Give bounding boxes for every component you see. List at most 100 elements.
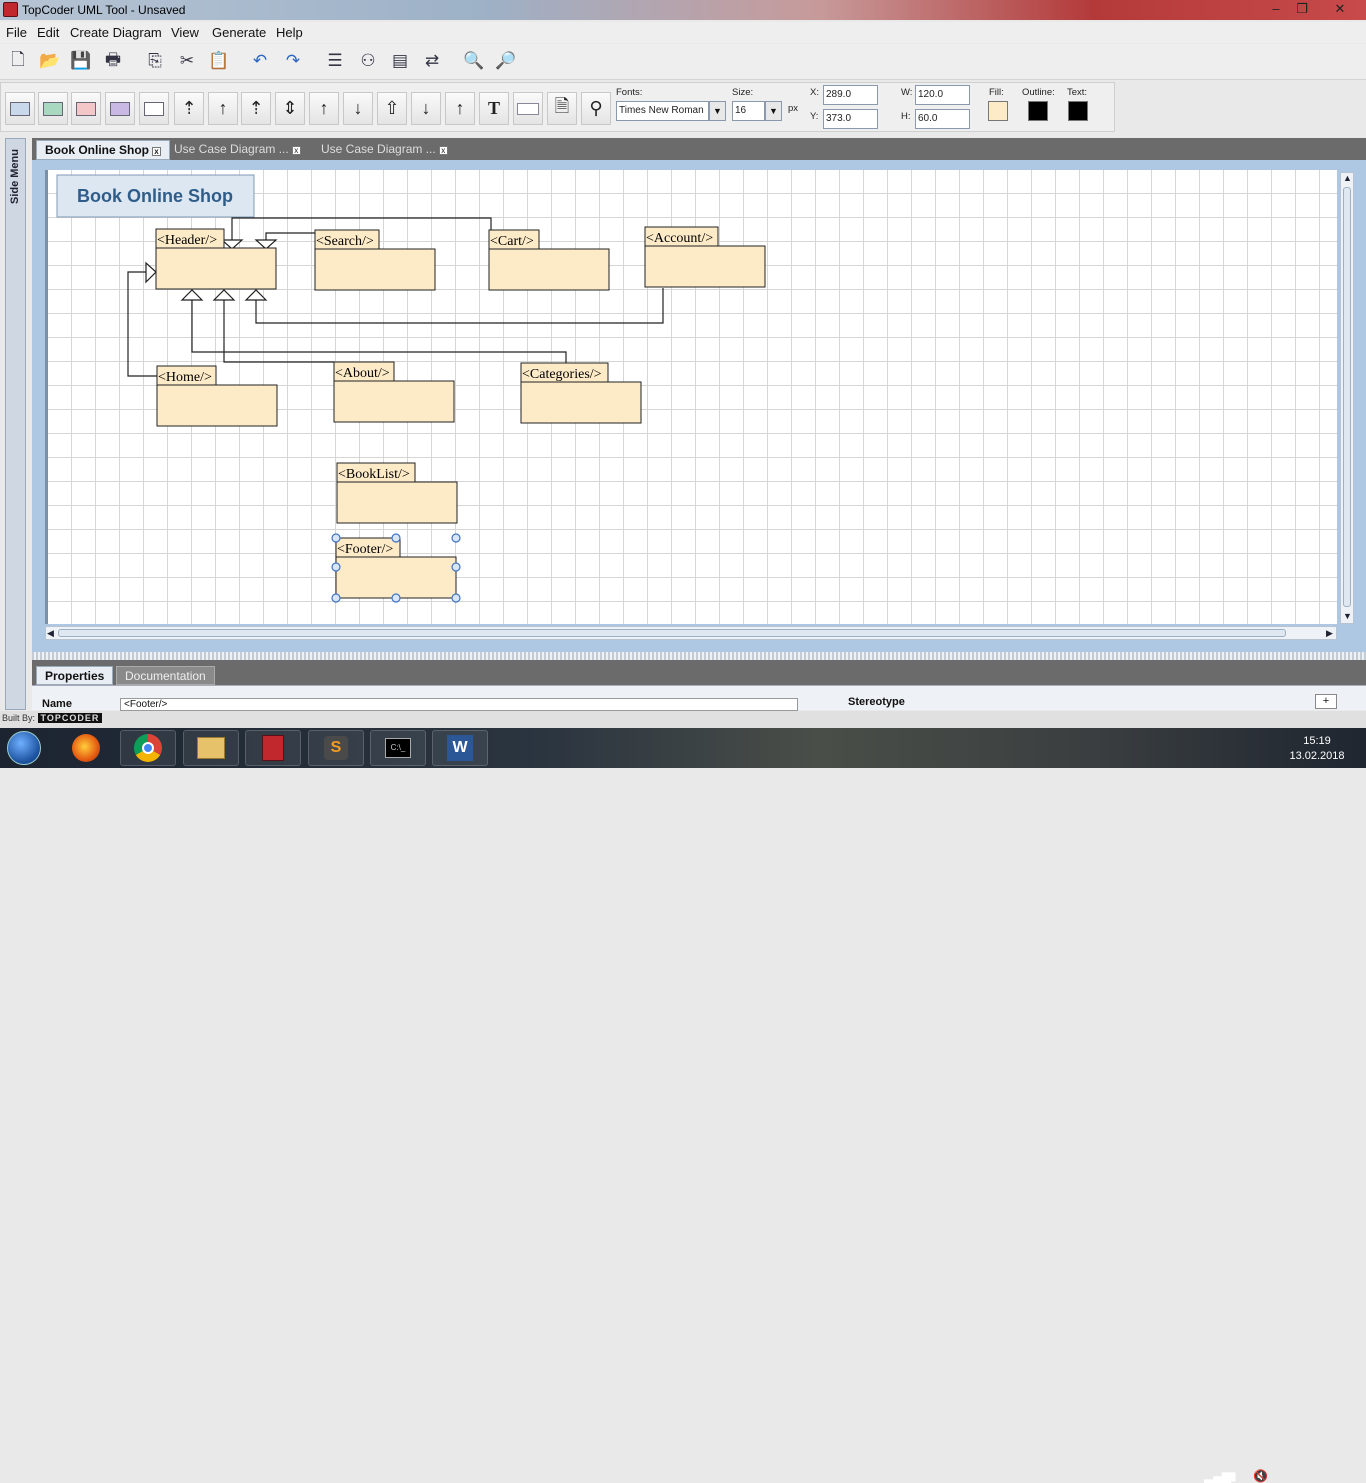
word-icon[interactable]: W [432,730,488,766]
package-box[interactable] [335,556,457,599]
network-signal-icon[interactable]: ▂▄▆ [1204,1469,1231,1483]
name-field[interactable]: <Footer/> [120,698,798,711]
shape-exception-icon[interactable] [71,92,101,125]
package-box[interactable] [644,245,766,288]
close-icon[interactable]: x [152,147,161,156]
text-color-swatch[interactable] [1068,101,1088,121]
minimize-button[interactable]: – [1262,0,1290,18]
chevron-down-icon[interactable]: ▼ [765,101,782,121]
package-box[interactable] [155,247,277,290]
chrome-icon[interactable] [120,730,176,766]
diagram-canvas[interactable]: Book Online Shop <Header/> <Search/> <Cart/… [45,170,1337,624]
selection-handle[interactable] [391,593,401,603]
scroll-right-icon[interactable]: ▶ [1326,628,1333,639]
zoom-out-icon[interactable]: 🔎 [493,48,519,74]
font-size-field[interactable]: 16 [732,101,765,121]
selection-handle[interactable] [451,533,461,543]
tab-book-online-shop[interactable]: Book Online Shop x [36,140,170,160]
package-box[interactable] [314,248,436,291]
maximize-button[interactable]: ❐ [1288,0,1316,18]
package-box[interactable] [333,380,455,423]
composition-icon[interactable]: ↓ [411,92,441,125]
tab-use-case-1[interactable]: Use Case Diagram ... x [166,140,309,160]
print-icon[interactable]: 🖶 [100,48,126,74]
selection-handle[interactable] [331,593,341,603]
close-icon[interactable]: x [438,146,448,155]
redo-icon[interactable]: ↷ [280,48,306,74]
copy-icon[interactable]: ⎘ [142,48,168,74]
arrange-icon[interactable]: ▤ [387,48,413,74]
firefox-icon[interactable] [58,730,114,766]
generalization-icon[interactable]: ⇡ [174,92,204,125]
chevron-down-icon[interactable]: ▼ [709,101,726,121]
navigable-icon[interactable]: ↑ [445,92,475,125]
vertical-scrollbar[interactable]: ▲ ▼ [1340,172,1354,624]
selection-handle[interactable] [391,533,401,543]
realization-icon[interactable]: ↑ [208,92,238,125]
y-field[interactable]: 373.0 [823,109,878,129]
x-field[interactable]: 289.0 [823,85,878,105]
scroll-up-icon[interactable]: ▲ [1343,173,1352,183]
menu-file[interactable]: File [6,25,27,40]
height-field[interactable]: 60.0 [915,109,970,129]
package-box[interactable] [156,384,278,427]
align-icon[interactable]: ☰ [322,48,348,74]
paste-icon[interactable]: 📋 [206,48,232,74]
shape-class-icon[interactable] [5,92,35,125]
distribute-icon[interactable]: ⚇ [355,48,381,74]
sublime-icon[interactable]: S [308,730,364,766]
scroll-thumb[interactable] [58,629,1286,637]
shape-enum-icon[interactable] [105,92,135,125]
menu-edit[interactable]: Edit [37,25,59,40]
selection-handle[interactable] [451,562,461,572]
package-box[interactable] [520,381,642,424]
tab-use-case-2[interactable]: Use Case Diagram ... x [313,140,456,160]
dependency-icon[interactable]: ⇡ [241,92,271,125]
zoom-in-icon[interactable]: 🔍 [461,48,487,74]
scroll-thumb[interactable] [1343,187,1351,607]
scroll-left-icon[interactable]: ◀ [47,628,54,639]
shape-package-icon[interactable] [139,92,169,125]
close-button[interactable]: ✕ [1326,0,1354,18]
menu-create-diagram[interactable]: Create Diagram [70,25,162,40]
directed-down-icon[interactable]: ↓ [343,92,373,125]
bidirectional-icon[interactable]: ⇕ [275,92,305,125]
note-tool-icon[interactable]: 🗎 [547,92,577,125]
horizontal-scrollbar[interactable]: ◀ ▶ [45,626,1337,640]
tab-properties[interactable]: Properties [36,666,114,685]
layout-icon[interactable]: ⇄ [419,48,445,74]
package-box[interactable] [336,481,458,524]
open-folder-icon[interactable]: 📂 [37,48,63,74]
association-icon[interactable]: ↑ [309,92,339,125]
cmd-icon[interactable]: C:\_ [370,730,426,766]
text-tool-icon[interactable]: T [479,92,509,125]
font-family-field[interactable]: Times New Roman [616,101,709,121]
start-orb-icon[interactable] [0,730,48,766]
power-icon[interactable]: ▮ [1230,1469,1237,1483]
package-box[interactable] [488,248,610,291]
aggregation-icon[interactable]: ⇧ [377,92,407,125]
save-icon[interactable]: 💾 [68,48,94,74]
selection-handle[interactable] [331,533,341,543]
selection-handle[interactable] [331,562,341,572]
explorer-icon[interactable] [183,730,239,766]
scroll-down-icon[interactable]: ▼ [1343,611,1352,621]
topcoder-uml-icon[interactable] [245,730,301,766]
menu-generate[interactable]: Generate [212,25,266,40]
menu-help[interactable]: Help [276,25,303,40]
cut-icon[interactable]: ✂ [174,48,200,74]
system-clock[interactable]: 15:19 13.02.2018 [1282,734,1352,764]
volume-muted-icon[interactable]: 🔇 [1253,1469,1268,1483]
panel-splitter[interactable] [32,652,1366,660]
outline-color-swatch[interactable] [1028,101,1048,121]
close-icon[interactable]: x [291,146,301,155]
side-menu[interactable]: Side Menu [5,138,26,710]
add-stereotype-button[interactable]: + [1315,694,1337,709]
new-file-icon[interactable]: 🗋 [5,48,31,74]
width-field[interactable]: 120.0 [915,85,970,105]
selection-handle[interactable] [451,593,461,603]
shape-interface-icon[interactable] [38,92,68,125]
rectangle-tool-icon[interactable] [513,92,543,125]
menu-view[interactable]: View [171,25,199,40]
note-link-icon[interactable]: ⚲ [581,92,611,125]
